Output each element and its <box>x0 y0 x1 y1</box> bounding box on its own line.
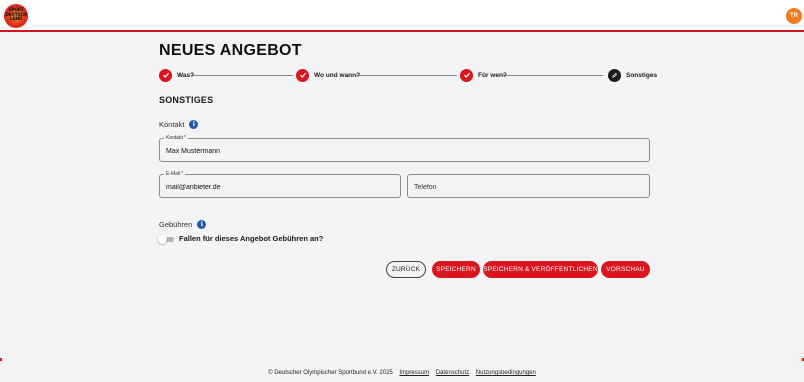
info-icon[interactable]: i <box>197 220 207 229</box>
check-icon <box>460 68 473 82</box>
required-marker: * <box>181 171 184 177</box>
footer-copyright: © Deutscher Olympischer Sportbund e.V. 2… <box>268 370 393 376</box>
fees-toggle-row: Fallen für dieses Angebot Gebühren an? <box>158 234 324 244</box>
step-fuer-wen[interactable]: Für wen? <box>460 68 507 82</box>
logo-line-3: LAND <box>9 17 23 23</box>
step-connector <box>191 75 293 76</box>
contact-field-label: Kontakt* <box>164 135 188 142</box>
back-button[interactable]: ZURÜCK <box>386 261 426 278</box>
footer: © Deutscher Olympischer Sportbund e.V. 2… <box>0 370 804 376</box>
contact-input[interactable] <box>166 146 643 156</box>
step-label: Für wen? <box>478 71 507 79</box>
step-connector <box>503 75 603 76</box>
fees-label: Gebühren <box>159 220 193 229</box>
sportdeutschland-logo[interactable]: SPORT DEUTSCH LAND <box>4 4 28 28</box>
fees-group-label: Gebühren i <box>159 220 207 229</box>
progress-stepper: Was? Wo und wann? Für wen? Sonstiges <box>159 68 657 82</box>
phone-input[interactable] <box>414 182 643 192</box>
step-label: Wo und wann? <box>314 71 361 79</box>
save-publish-button[interactable]: SPEICHERN & VERÖFFENTLICHEN <box>483 261 598 278</box>
email-field[interactable]: E-Mail* <box>159 171 401 198</box>
page-title: NEUES ANGEBOT <box>159 42 302 59</box>
step-connector <box>355 75 457 76</box>
fees-toggle-switch[interactable] <box>158 234 174 244</box>
contact-field[interactable]: Kontakt* <box>159 135 650 162</box>
email-input[interactable] <box>166 182 394 192</box>
contact-group-label: Kontakt i <box>159 120 199 129</box>
step-wo-und-wann[interactable]: Wo und wann? <box>296 68 360 82</box>
user-avatar[interactable]: TR <box>786 8 802 24</box>
edit-icon <box>608 68 621 82</box>
info-icon[interactable]: i <box>189 120 199 129</box>
required-marker: * <box>183 135 186 141</box>
check-icon <box>296 68 309 82</box>
step-label: Sonstiges <box>626 71 658 79</box>
top-bar: SPORT DEUTSCH LAND TR <box>0 0 804 32</box>
step-was[interactable]: Was? <box>159 68 194 82</box>
edge-marker-left <box>0 358 2 361</box>
email-field-label: E-Mail* <box>164 171 186 178</box>
contact-field-label-text: Kontakt <box>166 135 183 141</box>
step-label: Was? <box>177 71 195 79</box>
fees-toggle-label: Fallen für dieses Angebot Gebühren an? <box>179 234 324 243</box>
footer-link-datenschutz[interactable]: Datenschutz <box>436 370 469 376</box>
footer-link-nutzungsbedingungen[interactable]: Nutzungsbedingungen <box>476 370 536 376</box>
contact-label: Kontakt <box>159 120 185 129</box>
phone-field[interactable] <box>407 174 650 198</box>
save-button[interactable]: SPEICHERN <box>432 261 480 278</box>
preview-button[interactable]: VORSCHAU <box>601 261 650 278</box>
step-sonstiges[interactable]: Sonstiges <box>608 68 657 82</box>
toggle-thumb <box>158 234 167 244</box>
footer-link-impressum[interactable]: Impressum <box>399 370 429 376</box>
email-field-label-text: E-Mail <box>166 171 181 177</box>
section-title: SONSTIGES <box>159 95 214 105</box>
check-icon <box>159 68 172 82</box>
